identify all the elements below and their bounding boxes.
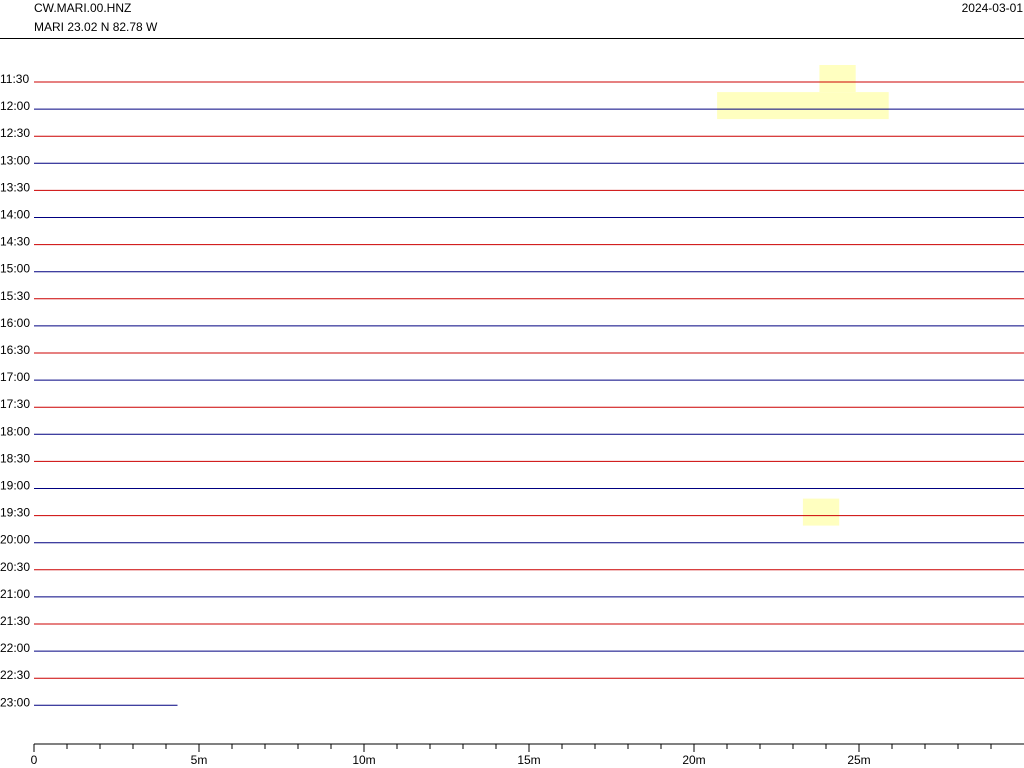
event-highlight [802,498,840,526]
row-time-label: 17:30 [0,397,30,411]
row-time-label: 19:00 [0,479,30,493]
row-time-label: 14:00 [0,208,30,222]
row-time-label: 15:00 [0,262,30,276]
row-time-label: 22:00 [0,641,30,655]
row-time-label: 23:00 [0,695,30,709]
row-time-label: 20:00 [0,533,30,547]
event-highlight [717,92,889,120]
row-time-label: 11:30 [0,72,29,86]
x-tick-label: 15m [517,753,540,767]
row-time-label: 14:30 [0,235,30,249]
helicorder-plot: 11:30 12:00 12:30 13:00 13:30 14:00 14:30 15:00… [0,65,1024,767]
x-axis: 0 5m 10m 15m 20m 25m [31,743,1024,767]
row-time-label: 15:30 [0,289,30,303]
row-time-label: 18:30 [0,451,30,465]
x-tick-label: 20m [682,753,705,767]
traces-layer [34,81,1024,706]
row-time-label: 17:00 [0,370,30,384]
x-tick-label: 10m [352,753,375,767]
row-time-label: 12:30 [0,126,30,140]
x-tick-label: 0 [31,753,38,767]
event-highlight [819,65,856,92]
row-time-label: 22:30 [0,668,30,682]
row-time-label: 21:30 [0,614,30,628]
x-tick-label: 5m [191,753,208,767]
row-time-label: 16:00 [0,316,30,330]
row-time-label: 19:30 [0,506,30,520]
row-time-label: 18:00 [0,424,30,438]
x-tick-label: 25m [847,753,870,767]
row-time-label: 12:00 [0,99,30,113]
row-time-label: 20:30 [0,560,30,574]
highlights-layer [717,65,889,526]
row-time-label: 13:00 [0,153,30,167]
row-time-label: 13:30 [0,180,30,194]
row-time-label: 21:00 [0,587,30,601]
row-labels-layer: 11:30 12:00 12:30 13:00 13:30 14:00 14:30 15:00… [0,72,30,709]
row-time-label: 16:30 [0,343,30,357]
